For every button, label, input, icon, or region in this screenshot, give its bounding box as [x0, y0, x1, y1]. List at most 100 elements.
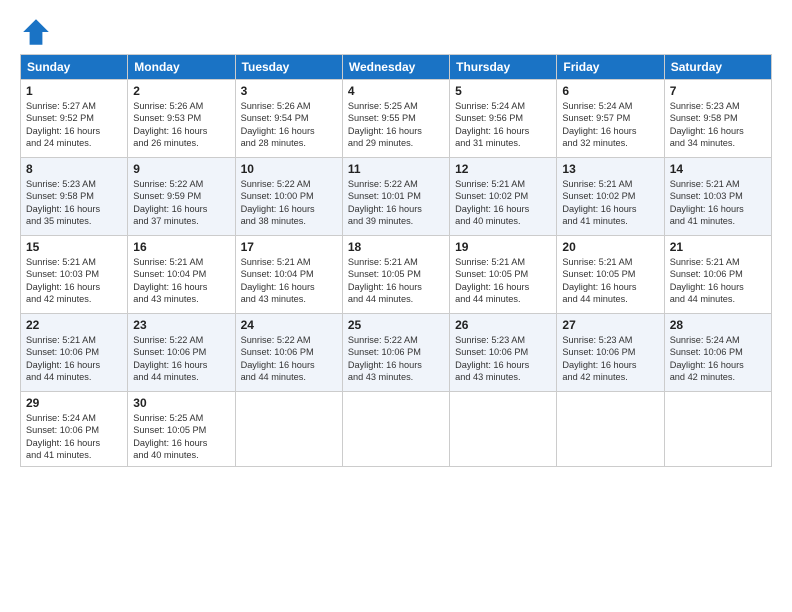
day-info: Sunrise: 5:25 AM Sunset: 9:55 PM Dayligh…	[348, 100, 444, 150]
calendar-week-4: 22Sunrise: 5:21 AM Sunset: 10:06 PM Dayl…	[21, 314, 772, 392]
day-number: 5	[455, 84, 551, 98]
day-number: 28	[670, 318, 766, 332]
calendar-cell: 29 Sunrise: 5:24 AM Sunset: 10:06 PM Dayl…	[21, 392, 128, 467]
day-info: Sunrise: 5:22 AM Sunset: 10:06 PM Daylig…	[348, 334, 444, 384]
day-number: 30	[133, 396, 229, 410]
calendar-cell: 5Sunrise: 5:24 AM Sunset: 9:56 PM Daylig…	[450, 80, 557, 158]
page: SundayMondayTuesdayWednesdayThursdayFrid…	[0, 0, 792, 612]
weekday-header-saturday: Saturday	[664, 55, 771, 80]
calendar-cell: 15 Sunrise: 5:21 AM Sunset: 10:03 PM Dayl…	[21, 236, 128, 314]
logo-icon	[20, 16, 52, 48]
day-info: Sunrise: 5:21 AM Sunset: 10:06 PM Daylig…	[670, 256, 766, 306]
day-info: Sunrise: 5:25 AM Sunset: 10:05 PM Daylig…	[133, 412, 229, 462]
calendar-cell: 8Sunrise: 5:23 AM Sunset: 9:58 PM Daylig…	[21, 158, 128, 236]
calendar-cell	[557, 392, 664, 467]
day-info: Sunrise: 5:21 AM Sunset: 10:04 PM Daylig…	[133, 256, 229, 306]
calendar-week-1: 1 Sunrise: 5:27 AM Sunset: 9:52 PM Daylig…	[21, 80, 772, 158]
day-number: 14	[670, 162, 766, 176]
calendar-cell: 10 Sunrise: 5:22 AM Sunset: 10:00 PM Dayl…	[235, 158, 342, 236]
calendar-cell: 4 Sunrise: 5:25 AM Sunset: 9:55 PM Daylig…	[342, 80, 449, 158]
day-number: 27	[562, 318, 658, 332]
day-number: 13	[562, 162, 658, 176]
calendar-cell: 13 Sunrise: 5:21 AM Sunset: 10:02 PM Dayl…	[557, 158, 664, 236]
day-number: 8	[26, 162, 122, 176]
calendar-week-2: 8Sunrise: 5:23 AM Sunset: 9:58 PM Daylig…	[21, 158, 772, 236]
calendar-cell: 19 Sunrise: 5:21 AM Sunset: 10:05 PM Dayl…	[450, 236, 557, 314]
calendar-week-3: 15 Sunrise: 5:21 AM Sunset: 10:03 PM Dayl…	[21, 236, 772, 314]
day-info: Sunrise: 5:21 AM Sunset: 10:05 PM Daylig…	[348, 256, 444, 306]
day-info: Sunrise: 5:21 AM Sunset: 10:05 PM Daylig…	[562, 256, 658, 306]
day-number: 6	[562, 84, 658, 98]
day-info: Sunrise: 5:24 AM Sunset: 10:06 PM Daylig…	[26, 412, 122, 462]
day-info: Sunrise: 5:26 AM Sunset: 9:54 PM Dayligh…	[241, 100, 337, 150]
day-number: 3	[241, 84, 337, 98]
calendar-cell: 1 Sunrise: 5:27 AM Sunset: 9:52 PM Daylig…	[21, 80, 128, 158]
logo	[20, 16, 56, 48]
calendar-cell	[664, 392, 771, 467]
day-number: 19	[455, 240, 551, 254]
day-info: Sunrise: 5:27 AM Sunset: 9:52 PM Dayligh…	[26, 100, 122, 150]
calendar-cell	[450, 392, 557, 467]
day-number: 4	[348, 84, 444, 98]
calendar-cell: 7 Sunrise: 5:23 AM Sunset: 9:58 PM Daylig…	[664, 80, 771, 158]
day-info: Sunrise: 5:22 AM Sunset: 10:01 PM Daylig…	[348, 178, 444, 228]
day-info: Sunrise: 5:21 AM Sunset: 10:06 PM Daylig…	[26, 334, 122, 384]
calendar-week-5: 29 Sunrise: 5:24 AM Sunset: 10:06 PM Dayl…	[21, 392, 772, 467]
calendar-cell: 3 Sunrise: 5:26 AM Sunset: 9:54 PM Daylig…	[235, 80, 342, 158]
calendar-cell: 23 Sunrise: 5:22 AM Sunset: 10:06 PM Dayl…	[128, 314, 235, 392]
calendar-cell: 22Sunrise: 5:21 AM Sunset: 10:06 PM Dayl…	[21, 314, 128, 392]
day-info: Sunrise: 5:22 AM Sunset: 9:59 PM Dayligh…	[133, 178, 229, 228]
day-number: 7	[670, 84, 766, 98]
header	[20, 16, 772, 48]
calendar-cell	[342, 392, 449, 467]
calendar-cell: 2 Sunrise: 5:26 AM Sunset: 9:53 PM Daylig…	[128, 80, 235, 158]
day-number: 24	[241, 318, 337, 332]
day-info: Sunrise: 5:21 AM Sunset: 10:04 PM Daylig…	[241, 256, 337, 306]
day-number: 15	[26, 240, 122, 254]
weekday-header-tuesday: Tuesday	[235, 55, 342, 80]
calendar-cell: 27 Sunrise: 5:23 AM Sunset: 10:06 PM Dayl…	[557, 314, 664, 392]
day-info: Sunrise: 5:23 AM Sunset: 9:58 PM Dayligh…	[670, 100, 766, 150]
day-info: Sunrise: 5:21 AM Sunset: 10:05 PM Daylig…	[455, 256, 551, 306]
calendar-table: SundayMondayTuesdayWednesdayThursdayFrid…	[20, 54, 772, 467]
calendar-cell: 16 Sunrise: 5:21 AM Sunset: 10:04 PM Dayl…	[128, 236, 235, 314]
day-number: 26	[455, 318, 551, 332]
weekday-header-friday: Friday	[557, 55, 664, 80]
calendar-cell: 26 Sunrise: 5:23 AM Sunset: 10:06 PM Dayl…	[450, 314, 557, 392]
day-info: Sunrise: 5:22 AM Sunset: 10:00 PM Daylig…	[241, 178, 337, 228]
calendar-cell: 28 Sunrise: 5:24 AM Sunset: 10:06 PM Dayl…	[664, 314, 771, 392]
weekday-header-monday: Monday	[128, 55, 235, 80]
day-number: 16	[133, 240, 229, 254]
calendar-cell: 9 Sunrise: 5:22 AM Sunset: 9:59 PM Daylig…	[128, 158, 235, 236]
calendar-cell: 25Sunrise: 5:22 AM Sunset: 10:06 PM Dayl…	[342, 314, 449, 392]
weekday-header-wednesday: Wednesday	[342, 55, 449, 80]
day-number: 9	[133, 162, 229, 176]
day-number: 10	[241, 162, 337, 176]
day-info: Sunrise: 5:22 AM Sunset: 10:06 PM Daylig…	[133, 334, 229, 384]
day-info: Sunrise: 5:21 AM Sunset: 10:02 PM Daylig…	[455, 178, 551, 228]
day-info: Sunrise: 5:21 AM Sunset: 10:02 PM Daylig…	[562, 178, 658, 228]
calendar-cell: 11 Sunrise: 5:22 AM Sunset: 10:01 PM Dayl…	[342, 158, 449, 236]
day-number: 23	[133, 318, 229, 332]
day-info: Sunrise: 5:23 AM Sunset: 10:06 PM Daylig…	[562, 334, 658, 384]
day-number: 29	[26, 396, 122, 410]
day-info: Sunrise: 5:21 AM Sunset: 10:03 PM Daylig…	[26, 256, 122, 306]
day-info: Sunrise: 5:24 AM Sunset: 10:06 PM Daylig…	[670, 334, 766, 384]
day-number: 17	[241, 240, 337, 254]
calendar-cell: 20 Sunrise: 5:21 AM Sunset: 10:05 PM Dayl…	[557, 236, 664, 314]
calendar-cell: 14Sunrise: 5:21 AM Sunset: 10:03 PM Dayl…	[664, 158, 771, 236]
day-number: 2	[133, 84, 229, 98]
day-info: Sunrise: 5:23 AM Sunset: 10:06 PM Daylig…	[455, 334, 551, 384]
calendar-cell	[235, 392, 342, 467]
weekday-header-row: SundayMondayTuesdayWednesdayThursdayFrid…	[21, 55, 772, 80]
day-number: 11	[348, 162, 444, 176]
calendar-cell: 21 Sunrise: 5:21 AM Sunset: 10:06 PM Dayl…	[664, 236, 771, 314]
day-info: Sunrise: 5:24 AM Sunset: 9:57 PM Dayligh…	[562, 100, 658, 150]
day-number: 21	[670, 240, 766, 254]
calendar-cell: 6 Sunrise: 5:24 AM Sunset: 9:57 PM Daylig…	[557, 80, 664, 158]
weekday-header-sunday: Sunday	[21, 55, 128, 80]
day-number: 20	[562, 240, 658, 254]
day-number: 1	[26, 84, 122, 98]
weekday-header-thursday: Thursday	[450, 55, 557, 80]
day-info: Sunrise: 5:26 AM Sunset: 9:53 PM Dayligh…	[133, 100, 229, 150]
